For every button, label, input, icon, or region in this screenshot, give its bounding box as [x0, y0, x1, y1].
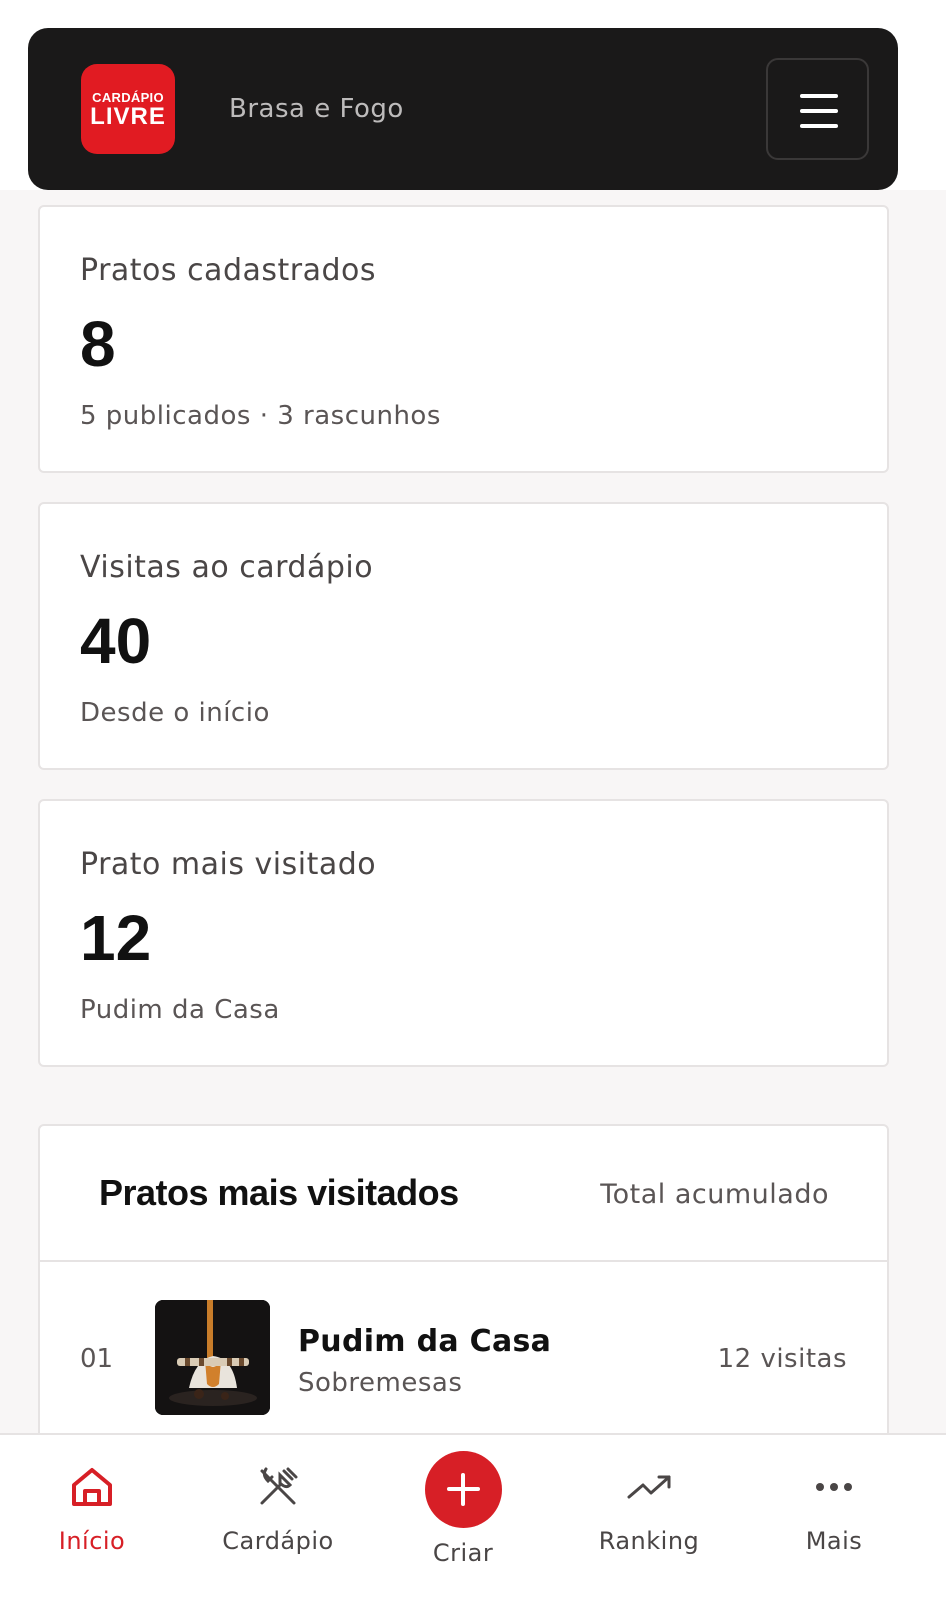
nav-item-inicio[interactable]: Início [12, 1435, 172, 1600]
ranking-row[interactable]: 01 Pudim da Casa Sobremesas 12 visitas [40, 1262, 887, 1422]
nav-item-mais[interactable]: Mais [754, 1435, 914, 1600]
nav-item-ranking[interactable]: Ranking [569, 1435, 729, 1600]
nav-item-criar[interactable]: Criar [383, 1435, 543, 1600]
nav-item-cardapio[interactable]: Cardápio [198, 1435, 358, 1600]
home-icon [72, 1468, 112, 1506]
stat-label: Pratos cadastrados [80, 253, 377, 288]
nav-label: Ranking [598, 1527, 700, 1555]
nav-label: Início [58, 1527, 126, 1555]
app-header: CARDÁPIO LIVRE Brasa e Fogo [28, 28, 898, 190]
stat-value: 40 [80, 605, 152, 677]
dish-name: Pudim da Casa [298, 1324, 552, 1359]
stat-value: 8 [80, 308, 116, 380]
ranking-subtitle: Total acumulado [600, 1179, 829, 1210]
plus-icon [425, 1451, 502, 1528]
ranking-title: Pratos mais visitados [99, 1172, 459, 1213]
nav-label: Cardápio [222, 1527, 334, 1555]
brand-logo[interactable]: CARDÁPIO LIVRE [81, 64, 175, 154]
stat-value: 12 [80, 902, 152, 974]
menu-button[interactable] [766, 58, 869, 160]
stat-card-dishes: Pratos cadastrados 8 5 publicados · 3 ra… [38, 205, 889, 473]
stat-subtext: Pudim da Casa [80, 995, 280, 1025]
trending-up-icon [627, 1475, 671, 1499]
logo-line2: LIVRE [90, 103, 166, 130]
hamburger-menu-icon [800, 94, 838, 98]
hamburger-menu-icon [800, 109, 838, 113]
more-horizontal-icon [816, 1483, 852, 1491]
utensils-crossed-icon [260, 1467, 298, 1505]
hamburger-menu-icon [800, 124, 838, 128]
bottom-nav: Início Cardápio Criar Ranking Mais [0, 1433, 946, 1600]
nav-label: Criar [432, 1539, 494, 1567]
stat-label: Visitas ao cardápio [80, 550, 374, 585]
stat-label: Prato mais visitado [80, 847, 377, 882]
dish-visits: 12 visitas [717, 1344, 847, 1374]
dish-photo [155, 1300, 270, 1415]
stat-subtext: Desde o início [80, 698, 270, 728]
dish-category: Sobremesas [298, 1368, 463, 1398]
stat-subtext: 5 publicados · 3 rascunhos [80, 401, 441, 431]
stat-card-top-dish: Prato mais visitado 12 Pudim da Casa [38, 799, 889, 1067]
stat-card-visits: Visitas ao cardápio 40 Desde o início [38, 502, 889, 770]
rank-number: 01 [80, 1344, 114, 1374]
restaurant-name: Brasa e Fogo [229, 94, 404, 124]
nav-label: Mais [805, 1527, 863, 1555]
